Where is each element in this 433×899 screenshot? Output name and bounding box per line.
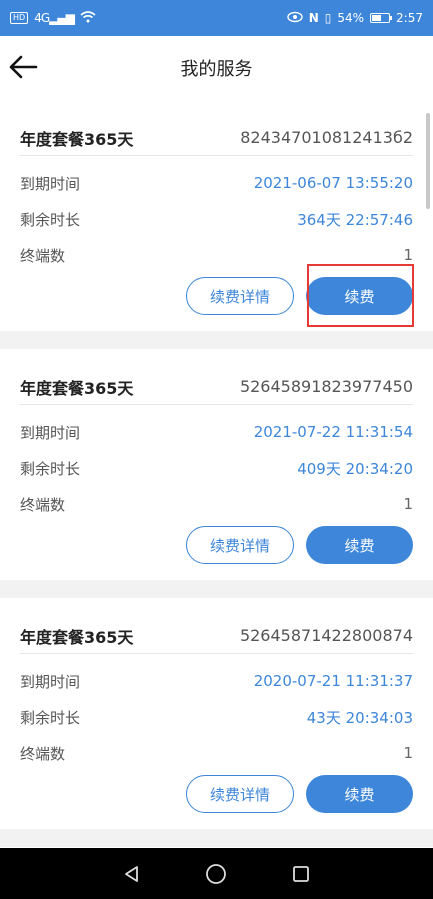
service-card: 年度套餐365天 52645871422800874 到期时间 2020-07-… (0, 598, 433, 829)
system-recents-button[interactable] (286, 859, 316, 889)
service-list[interactable]: 年度套餐365天 824347010812413б2 到期时间 2021-06-… (0, 100, 433, 848)
nfc-icon: N (308, 11, 319, 25)
renew-button[interactable]: 续费 (306, 775, 413, 813)
renew-button[interactable]: 续费 (306, 526, 413, 564)
status-bar: HD 4G▂▄▆ N ▯ 54% 2:57 (0, 0, 433, 36)
terminals-value: 1 (403, 246, 413, 264)
card-header: 年度套餐365天 824347010812413б2 (20, 120, 413, 156)
renewal-details-button[interactable]: 续费详情 (186, 526, 294, 564)
expire-label: 到期时间 (20, 174, 81, 193)
status-right: N ▯ 54% 2:57 (287, 11, 423, 26)
page-title: 我的服务 (180, 59, 253, 80)
renewal-details-button[interactable]: 续费详情 (186, 277, 294, 315)
network-type: 4G (34, 11, 50, 25)
expire-row: 到期时间 2021-06-07 13:55:20 (20, 171, 413, 195)
remain-row: 剩余时长 43天 20:34:03 (20, 705, 413, 729)
expire-row: 到期时间 2020-07-21 11:31:37 (20, 669, 413, 693)
renewal-details-button[interactable]: 续费详情 (186, 775, 294, 813)
system-nav-bar (0, 848, 433, 899)
circle-home-icon (206, 863, 227, 884)
highlight-box (307, 264, 414, 327)
vibrate-icon: ▯ (324, 11, 332, 25)
card-header: 年度套餐365天 52645871422800874 (20, 618, 413, 654)
wifi-icon (80, 10, 96, 26)
remain-row: 剩余时长 364天 22:57:46 (20, 207, 413, 231)
terminals-value: 1 (403, 495, 413, 513)
plan-name: 年度套餐365天 (20, 129, 134, 149)
card-actions: 续费详情 续费 (186, 775, 413, 813)
card-header: 年度套餐365天 52645891823977450 (20, 369, 413, 405)
remain-value: 43天 20:34:03 (306, 708, 413, 727)
terminals-label: 终端数 (20, 246, 66, 265)
remain-value: 409天 20:34:20 (297, 459, 413, 478)
expire-value: 2021-07-22 11:31:54 (253, 423, 413, 441)
expire-value: 2020-07-21 11:31:37 (253, 672, 413, 690)
card-actions: 续费详情 续费 (186, 526, 413, 564)
status-left: HD 4G▂▄▆ (10, 10, 96, 26)
hd-badge: HD (10, 12, 29, 24)
system-home-button[interactable] (201, 859, 231, 889)
triangle-back-icon (125, 865, 139, 882)
expire-row: 到期时间 2021-07-22 11:31:54 (20, 420, 413, 444)
eye-icon (287, 11, 303, 26)
remain-label: 剩余时长 (20, 459, 81, 478)
back-button[interactable] (6, 50, 40, 84)
scrollbar[interactable] (426, 113, 430, 209)
remain-label: 剩余时长 (20, 708, 81, 727)
arrow-left-icon (9, 55, 38, 79)
terminals-row: 终端数 1 (20, 741, 413, 765)
terminals-label: 终端数 (20, 495, 66, 514)
signal-icon: 4G▂▄▆ (34, 11, 75, 25)
expire-label: 到期时间 (20, 672, 81, 691)
terminals-row: 终端数 1 (20, 492, 413, 516)
order-number: 52645891823977450 (239, 377, 413, 396)
service-card: 年度套餐365天 52645891823977450 到期时间 2021-07-… (0, 349, 433, 580)
battery-percent: 54% (337, 11, 365, 25)
plan-name: 年度套餐365天 (20, 627, 134, 647)
plan-name: 年度套餐365天 (20, 378, 134, 398)
remain-value: 364天 22:57:46 (297, 210, 413, 229)
remain-label: 剩余时长 (20, 210, 81, 229)
terminals-label: 终端数 (20, 744, 66, 763)
clock: 2:57 (396, 11, 423, 25)
system-back-button[interactable] (117, 859, 147, 889)
expire-value: 2021-06-07 13:55:20 (253, 174, 413, 192)
battery-icon (370, 13, 393, 23)
terminals-value: 1 (403, 744, 413, 762)
order-number: 824347010812413б2 (240, 128, 413, 147)
app-header: 我的服务 (0, 36, 433, 100)
remain-row: 剩余时长 409天 20:34:20 (20, 456, 413, 480)
order-number: 52645871422800874 (239, 626, 413, 645)
square-recents-icon (292, 865, 309, 882)
expire-label: 到期时间 (20, 423, 81, 442)
